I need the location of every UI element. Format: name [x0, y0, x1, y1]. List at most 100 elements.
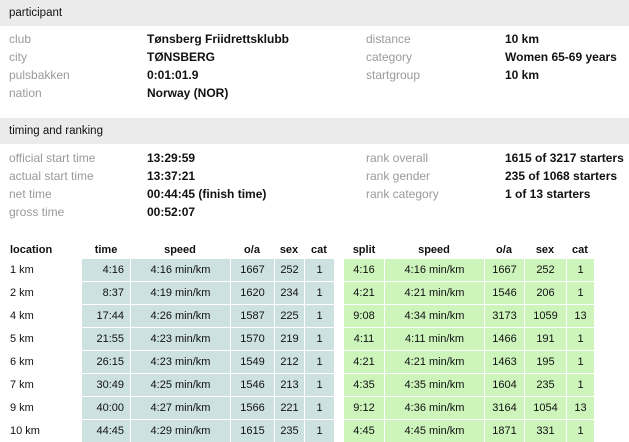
cell-gap [334, 281, 344, 304]
cell-pad [594, 419, 618, 442]
cell-sex-rank: 225 [274, 304, 304, 327]
cell-speed: 4:27 min/km [130, 396, 230, 419]
cell-split-time: 9:12 [344, 396, 384, 419]
net-time-label: net time [9, 187, 52, 201]
col-header-split-overall: o/a [496, 243, 512, 256]
cell-time: 40:00 [82, 396, 130, 419]
cell-split-speed: 4:11 min/km [384, 327, 484, 350]
cell-cat-rank: 1 [304, 327, 334, 350]
col-header-split-sex: sex [535, 243, 555, 256]
pulsbakken-label: pulsbakken [9, 68, 70, 82]
cell-cat-rank: 1 [304, 419, 334, 442]
cell-split-sex-rank: 331 [524, 419, 566, 442]
cell-split-overall-rank: 1604 [484, 373, 524, 396]
cell-split-time: 4:21 [344, 350, 384, 373]
table-row: 6 km 26:15 4:23 min/km 1549 212 1 4:21 4:21 min… [8, 350, 618, 373]
cell-split-overall-rank: 1466 [484, 327, 524, 350]
club-label: club [9, 32, 32, 46]
cell-speed: 4:19 min/km [130, 281, 230, 304]
cell-gap [334, 350, 344, 373]
cell-split-speed: 4:34 min/km [384, 304, 484, 327]
cell-speed: 4:16 min/km [130, 258, 230, 281]
cell-pad [594, 373, 618, 396]
cell-split-time: 4:45 [344, 419, 384, 442]
actual-start-value: 13:37:21 [147, 169, 196, 183]
col-header-sex: sex [279, 243, 299, 256]
cell-overall-rank: 1566 [230, 396, 274, 419]
cell-location: 4 km [8, 304, 82, 327]
rank-category-value: 1 of 13 starters [505, 187, 591, 201]
section-header-participant: participant [0, 0, 629, 26]
net-time-value: 00:44:45 (finish time) [147, 187, 267, 201]
cell-overall-rank: 1587 [230, 304, 274, 327]
cell-split-sex-rank: 206 [524, 281, 566, 304]
cell-split-overall-rank: 1871 [484, 419, 524, 442]
cell-pad [594, 258, 618, 281]
cell-speed: 4:23 min/km [130, 327, 230, 350]
club-value: Tønsberg Friidrettsklubb [147, 32, 290, 46]
cell-split-speed: 4:45 min/km [384, 419, 484, 442]
official-start-value: 13:29:59 [147, 151, 196, 165]
rank-category-label: rank category [366, 187, 439, 201]
distance-value: 10 km [505, 32, 540, 46]
distance-label: distance [366, 32, 411, 46]
cell-gap [334, 258, 344, 281]
cell-speed: 4:29 min/km [130, 419, 230, 442]
cell-sex-rank: 235 [274, 419, 304, 442]
cell-pad [594, 327, 618, 350]
cell-pad [594, 396, 618, 419]
cell-time: 8:37 [82, 281, 130, 304]
cell-split-speed: 4:21 min/km [384, 350, 484, 373]
cell-gap [334, 327, 344, 350]
cell-location: 10 km [8, 419, 82, 442]
col-header-overall: o/a [244, 243, 260, 256]
pulsbakken-value: 0:01:01.9 [147, 68, 199, 82]
section-header-timing: timing and ranking [0, 118, 629, 144]
cell-split-sex-rank: 1059 [524, 304, 566, 327]
cell-split-cat-rank: 1 [566, 373, 594, 396]
cell-split-overall-rank: 3173 [484, 304, 524, 327]
cell-sex-rank: 213 [274, 373, 304, 396]
cell-split-overall-rank: 1667 [484, 258, 524, 281]
city-value: TØNSBERG [147, 50, 216, 64]
cell-location: 6 km [8, 350, 82, 373]
col-header-split-speed: speed [418, 243, 450, 256]
cell-split-sex-rank: 191 [524, 327, 566, 350]
cell-pad [594, 281, 618, 304]
cell-sex-rank: 234 [274, 281, 304, 304]
splits-body: 1 km 4:16 4:16 min/km 1667 252 1 4:16 4:16 min/… [8, 258, 618, 442]
cell-sex-rank: 212 [274, 350, 304, 373]
cell-split-cat-rank: 13 [566, 304, 594, 327]
cell-split-cat-rank: 1 [566, 350, 594, 373]
cell-overall-rank: 1546 [230, 373, 274, 396]
col-header-split: split [352, 243, 376, 256]
cell-time: 4:16 [82, 258, 130, 281]
cell-location: 1 km [8, 258, 82, 281]
nation-label: nation [9, 86, 42, 100]
table-row: 7 km 30:49 4:25 min/km 1546 213 1 4:35 4:35 min… [8, 373, 618, 396]
cell-split-cat-rank: 1 [566, 258, 594, 281]
cell-sex-rank: 252 [274, 258, 304, 281]
cell-time: 44:45 [82, 419, 130, 442]
cell-overall-rank: 1570 [230, 327, 274, 350]
cell-split-sex-rank: 1054 [524, 396, 566, 419]
cell-cat-rank: 1 [304, 304, 334, 327]
startgroup-label: startgroup [366, 68, 421, 82]
rank-gender-value: 235 of 1068 starters [505, 169, 618, 183]
rank-gender-label: rank gender [366, 169, 431, 183]
splits-table: location time speed o/a sex cat split sp… [8, 241, 618, 442]
cell-time: 17:44 [82, 304, 130, 327]
cell-overall-rank: 1667 [230, 258, 274, 281]
cell-time: 26:15 [82, 350, 130, 373]
col-pad [594, 241, 618, 258]
col-header-split-cat: cat [572, 243, 588, 256]
cell-speed: 4:23 min/km [130, 350, 230, 373]
cell-overall-rank: 1620 [230, 281, 274, 304]
cell-overall-rank: 1549 [230, 350, 274, 373]
cell-split-speed: 4:35 min/km [384, 373, 484, 396]
cell-overall-rank: 1615 [230, 419, 274, 442]
splits-header-row: location time speed o/a sex cat split sp… [8, 241, 618, 258]
cell-cat-rank: 1 [304, 373, 334, 396]
cell-pad [594, 350, 618, 373]
nation-value: Norway (NOR) [147, 86, 229, 100]
